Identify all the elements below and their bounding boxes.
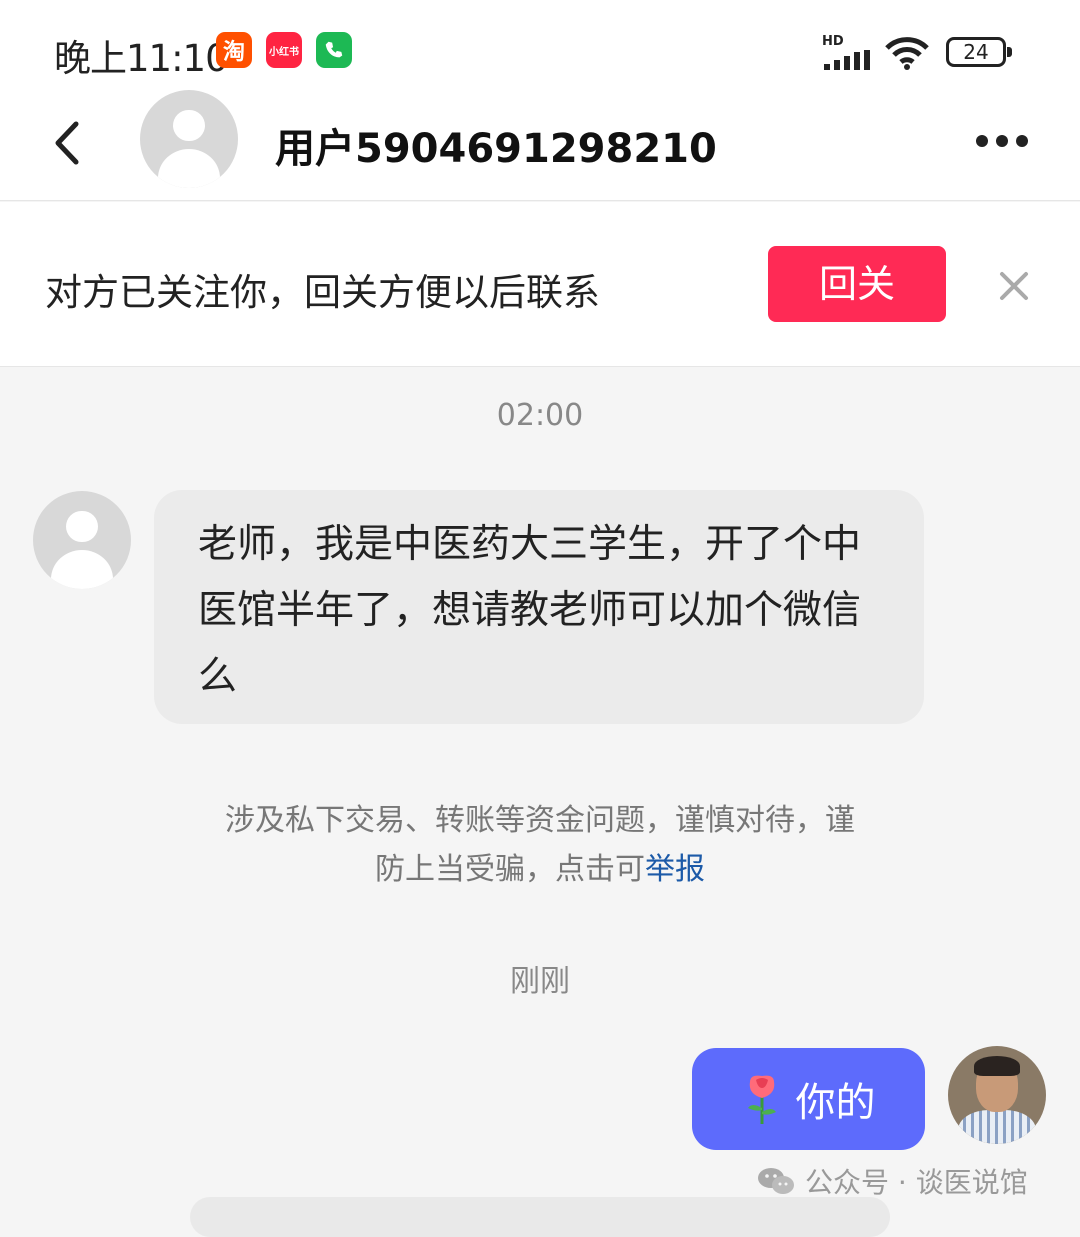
hd-indicator: HD — [822, 34, 844, 49]
outgoing-message-text: 你的 — [795, 1080, 876, 1126]
safety-warning-text: 涉及私下交易、转账等资金问题，谨慎对待，谨防上当受骗，点击可 — [225, 803, 855, 887]
more-options-icon[interactable] — [970, 130, 1034, 154]
follow-back-button[interactable]: 回关 — [768, 246, 946, 322]
wechat-icon — [758, 1168, 794, 1194]
my-avatar[interactable] — [948, 1046, 1046, 1144]
incoming-message-bubble[interactable]: 老师，我是中医药大三学生，开了个中医馆半年了，想请教老师可以加个微信么 — [154, 490, 924, 724]
message-timestamp: 02:00 — [496, 398, 584, 433]
report-link[interactable]: 举报 — [645, 852, 705, 887]
contact-avatar[interactable] — [140, 90, 238, 188]
contact-name: 用户5904691298210 — [275, 126, 717, 172]
battery-icon: 24 — [946, 37, 1012, 67]
watermark: 公众号 · 谈医说馆 — [757, 1161, 1028, 1201]
rose-emoji-icon — [747, 1075, 776, 1124]
follow-back-banner: 对方已关注你，回关方便以后联系 回关 — [0, 202, 1080, 367]
sender-avatar[interactable] — [33, 491, 131, 589]
outgoing-message-bubble[interactable]: 你的 — [692, 1048, 925, 1150]
xiaohongshu-app-icon: 小红书 — [266, 32, 302, 68]
close-icon[interactable] — [996, 268, 1032, 304]
follow-banner-text: 对方已关注你，回关方便以后联系 — [45, 271, 600, 314]
safety-warning: 涉及私下交易、转账等资金问题，谨慎对待，谨防上当受骗，点击可举报 — [220, 796, 860, 894]
status-bar: 晚上11:10 淘 小红书 HD 24 — [0, 0, 1080, 100]
chat-header: 用户5904691298210 — [0, 90, 1080, 201]
watermark-text: 公众号 · 谈医说馆 — [805, 1166, 1028, 1199]
back-icon[interactable] — [48, 118, 88, 168]
message-input-bar[interactable] — [190, 1197, 890, 1237]
phone-app-icon — [316, 32, 352, 68]
status-time: 晚上11:10 — [54, 37, 229, 80]
taobao-app-icon: 淘 — [216, 32, 252, 68]
message-timestamp-recent: 刚刚 — [510, 964, 570, 999]
signal-icon — [824, 50, 870, 70]
wifi-icon — [885, 37, 929, 70]
